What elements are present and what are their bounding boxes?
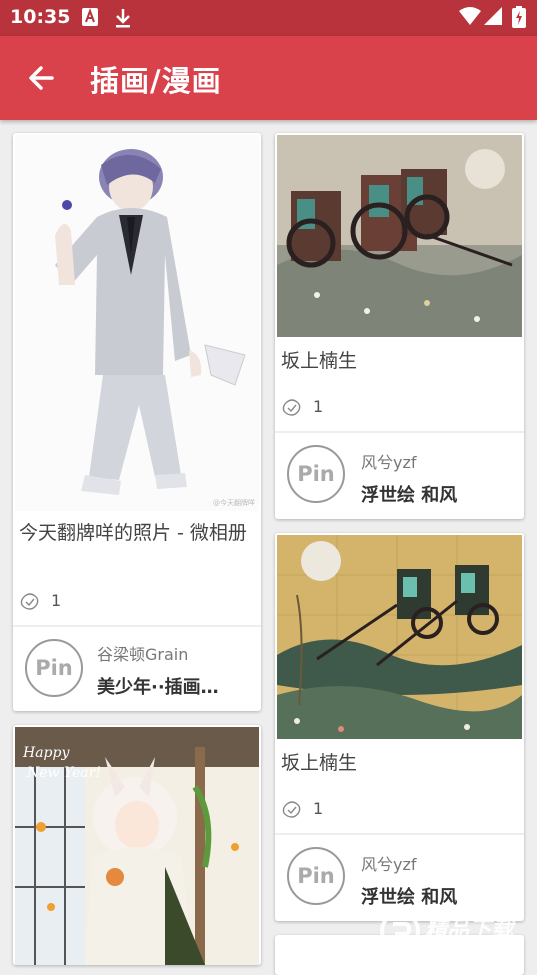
author-name[interactable]: 风兮yzf <box>361 449 417 473</box>
svg-text:@今天翻牌咩: @今天翻牌咩 <box>213 498 255 507</box>
watermark-url: www.jingpinxz.com <box>429 938 516 948</box>
signal-icon <box>484 7 502 29</box>
status-bar: 10:35 <box>0 0 537 36</box>
pin-card[interactable]: Happy New Year! <box>13 725 261 965</box>
like-count: 1 <box>313 799 324 818</box>
watermark-logo-icon <box>380 911 420 951</box>
pin-title: 坂上楠生 <box>281 752 358 774</box>
avatar[interactable]: Pin <box>287 445 345 503</box>
author-name[interactable]: 风兮yzf <box>361 851 417 875</box>
back-arrow-icon <box>29 66 54 90</box>
page-title: 插画/漫画 <box>90 64 222 98</box>
author-name[interactable]: 谷梁顿Grain <box>97 641 188 665</box>
svg-text:New Year!: New Year! <box>26 765 101 781</box>
svg-text:Happy: Happy <box>22 745 70 761</box>
divider <box>275 833 524 835</box>
app-bar: 插画/漫画 <box>0 36 537 120</box>
download-icon <box>114 8 132 32</box>
like-icon <box>20 593 39 610</box>
pin-card[interactable]: 坂上楠生 1 Pin 风兮yzf 浮世绘 和风 <box>275 133 524 519</box>
watermark: 精品下载 www.jingpinxz.com <box>379 910 529 951</box>
like-count: 1 <box>313 397 324 416</box>
pin-image[interactable]: Happy New Year! <box>15 727 259 965</box>
like-icon <box>282 399 301 416</box>
back-button[interactable] <box>18 54 66 102</box>
avatar[interactable]: Pin <box>287 847 345 905</box>
avatar[interactable]: Pin <box>25 639 83 697</box>
status-time: 10:35 <box>10 6 71 28</box>
pin-title: 坂上楠生 <box>281 350 358 372</box>
like-row[interactable]: 1 <box>281 397 361 419</box>
pin-image[interactable] <box>277 535 522 739</box>
like-row[interactable]: 1 <box>19 591 99 613</box>
pin-image[interactable] <box>277 135 522 337</box>
board-name[interactable]: 美少年··插画… <box>97 673 247 699</box>
board-name[interactable]: 浮世绘 和风 <box>361 481 511 507</box>
pin-image[interactable]: @今天翻牌咩 <box>15 135 259 511</box>
wifi-icon <box>459 7 481 29</box>
like-icon <box>282 801 301 818</box>
divider <box>13 625 261 627</box>
like-count: 1 <box>51 591 62 610</box>
battery-charging-icon <box>512 6 526 32</box>
divider <box>275 431 524 433</box>
board-name[interactable]: 浮世绘 和风 <box>361 883 511 909</box>
keyboard-notification-icon <box>82 8 98 30</box>
pin-card[interactable]: @今天翻牌咩 今天翻牌咩的照片 - 微相册 1 Pin 谷梁顿Grain 美少年… <box>13 133 261 711</box>
pin-title: 今天翻牌咩的照片 - 微相册 <box>19 522 247 544</box>
pin-card[interactable]: 坂上楠生 1 Pin 风兮yzf 浮世绘 和风 <box>275 533 524 921</box>
like-row[interactable]: 1 <box>281 799 361 821</box>
